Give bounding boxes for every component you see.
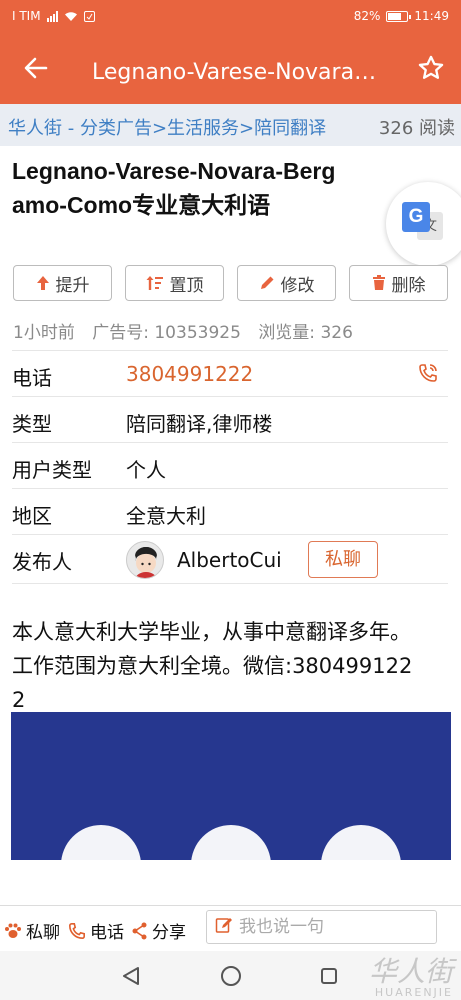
battery-icon <box>386 10 412 22</box>
delete-button[interactable]: 删除 <box>349 265 448 301</box>
promote-button[interactable]: 提升 <box>13 265 112 301</box>
image-circle <box>191 825 271 860</box>
status-left: I TIM <box>12 9 95 23</box>
ad-number: 广告号: 10353925 <box>92 323 241 343</box>
post-info-table: 电话 3804991222 类型 陪同翻译,律师楼 用户类型 个人 地区 全意大… <box>12 350 448 584</box>
read-count: 326 阅读 <box>378 118 455 139</box>
info-row-user-type: 用户类型 个人 <box>12 442 448 488</box>
phone-label: 电话 <box>90 923 124 943</box>
poster-name[interactable]: AlbertoCui <box>177 548 282 572</box>
bottom-action-bar: 私聊 电话 分享 <box>0 905 461 951</box>
phone-number[interactable]: 3804991222 <box>126 362 253 386</box>
status-right: 82% 11:49 <box>354 9 449 23</box>
pencil-icon <box>259 275 275 291</box>
promote-label: 提升 <box>55 275 90 296</box>
pin-top-button[interactable]: 置顶 <box>125 265 224 301</box>
posted-time: 1小时前 <box>13 323 75 343</box>
info-label: 类型 <box>12 412 52 436</box>
post-title: Legnano-Varese-Novara-Bergamo-Como专业意大利语 <box>12 158 336 218</box>
info-row-region: 地区 全意大利 <box>12 488 448 534</box>
translate-button[interactable]: 文 G <box>386 182 461 266</box>
edit-label: 修改 <box>280 275 315 296</box>
wifi-icon <box>64 11 77 21</box>
sort-top-icon <box>146 275 164 291</box>
info-label: 发布人 <box>12 550 72 574</box>
share-action[interactable]: 分享 <box>132 918 186 943</box>
clock: 11:49 <box>414 9 449 23</box>
nav-back-button[interactable] <box>118 963 144 989</box>
screen: I TIM 82% 11:49 Legnano-Varese-Novara-Be… <box>0 0 461 1000</box>
app-bar: Legnano-Varese-Novara-Bergamo-Como专业意大利语 <box>0 32 461 104</box>
avatar[interactable] <box>126 541 164 579</box>
phone-icon <box>68 922 86 940</box>
google-translate-icon: G <box>402 202 430 232</box>
paw-icon <box>4 922 22 940</box>
delete-label: 删除 <box>391 275 426 296</box>
star-outline-icon <box>418 55 444 79</box>
page-title: Legnano-Varese-Novara-Bergamo-Como专业意大利语 <box>92 60 382 85</box>
nav-recents-button[interactable] <box>316 963 342 989</box>
view-count: 浏览量: 326 <box>258 323 353 343</box>
circle-home-icon <box>221 966 241 986</box>
share-icon <box>132 922 148 940</box>
post-meta: 1小时前 广告号: 10353925 浏览量: 326 <box>13 318 365 343</box>
edit-button[interactable]: 修改 <box>237 265 336 301</box>
triangle-back-icon <box>123 967 139 985</box>
square-recents-icon <box>321 968 337 984</box>
info-row-phone[interactable]: 电话 3804991222 <box>12 350 448 396</box>
chat-action[interactable]: 私聊 <box>4 918 60 943</box>
battery-percent: 82% <box>353 9 381 23</box>
carrier-label: I TIM <box>12 9 41 23</box>
private-chat-button[interactable]: 私聊 <box>308 541 378 578</box>
image-circle <box>61 825 141 860</box>
share-label: 分享 <box>152 923 186 943</box>
chat-label: 私聊 <box>26 923 60 943</box>
breadcrumb-bar: 华人街 - 分类广告>生活服务>陪同翻译 326 阅读 <box>0 104 461 146</box>
info-value: 陪同翻译,律师楼 <box>126 412 273 436</box>
image-circle <box>321 825 401 860</box>
phone-action[interactable]: 电话 <box>68 918 124 943</box>
comment-input[interactable] <box>239 917 419 937</box>
info-label: 地区 <box>12 504 52 528</box>
info-value: 个人 <box>126 458 166 482</box>
post-image[interactable] <box>11 712 451 860</box>
phone-call-icon[interactable] <box>418 363 438 387</box>
info-row-poster: 发布人 AlbertoCui 私聊 <box>12 534 448 584</box>
watermark-logo: 华人街 HUARENJIE <box>368 955 453 1000</box>
trash-icon <box>372 275 386 291</box>
post-actions: 提升 置顶 修改 删除 <box>13 265 449 301</box>
info-value: 全意大利 <box>126 504 206 528</box>
post-description: 本人意大利大学毕业，从事中意翻译多年。工作范围为意大利全境。微信:3804991… <box>12 620 413 712</box>
watermark-cn: 华人街 <box>368 955 453 988</box>
arrow-up-icon <box>36 275 50 291</box>
back-button[interactable] <box>18 52 54 84</box>
status-bar: I TIM 82% 11:49 <box>0 0 461 32</box>
nav-home-button[interactable] <box>218 963 244 989</box>
breadcrumb[interactable]: 华人街 - 分类广告>生活服务>陪同翻译 <box>8 114 340 140</box>
watermark-en: HUARENJIE <box>374 986 453 999</box>
info-label: 电话 <box>12 366 52 390</box>
edit-note-icon <box>215 916 233 938</box>
favorite-button[interactable] <box>413 50 449 86</box>
pin-top-label: 置顶 <box>169 275 204 296</box>
notification-icon <box>83 10 95 22</box>
arrow-left-icon <box>24 57 48 79</box>
signal-icon <box>46 10 58 22</box>
info-label: 用户类型 <box>12 458 92 482</box>
comment-box[interactable] <box>206 910 437 944</box>
info-row-type: 类型 陪同翻译,律师楼 <box>12 396 448 442</box>
